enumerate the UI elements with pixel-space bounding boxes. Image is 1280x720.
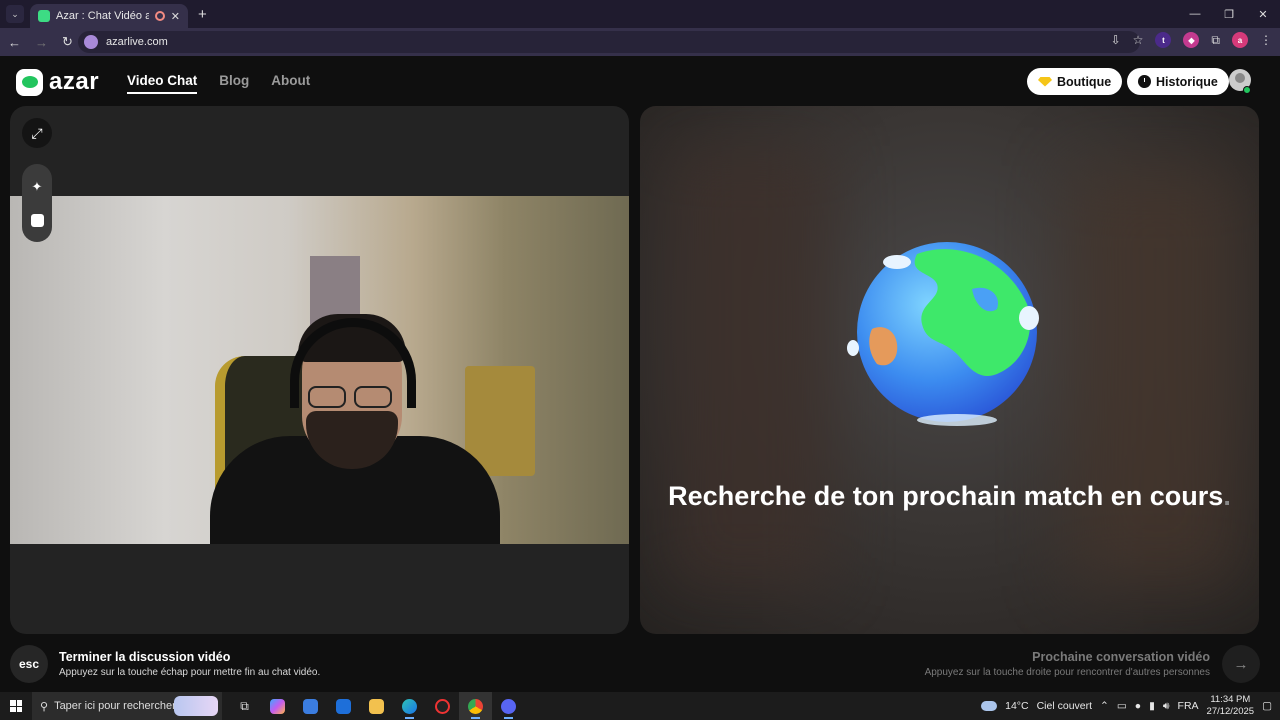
taskbar-apps: ⧉: [228, 692, 525, 720]
outlook-icon[interactable]: [327, 692, 360, 720]
weather-desc[interactable]: Ciel couvert: [1037, 700, 1092, 712]
partner-panel: Recherche de ton prochain match en cours…: [640, 106, 1259, 634]
browser-tab-bar: ⌄ Azar : Chat Vidéo avec de n ✕ + — ❐ ✕: [0, 0, 1280, 28]
shop-button[interactable]: Boutique: [1027, 68, 1123, 95]
weather-temp[interactable]: 14°C: [1005, 700, 1028, 712]
chrome-icon[interactable]: [459, 692, 492, 720]
clock-icon: [1138, 75, 1151, 88]
microphone-icon[interactable]: ●: [1135, 700, 1141, 712]
end-chat-hint: Appuyez sur la touche échap pour mettre …: [59, 667, 321, 678]
camera-tools: ✦: [22, 164, 52, 242]
taskbar-search[interactable]: ⚲ Taper ici pour rechercher: [32, 692, 222, 720]
recorder-icon[interactable]: [426, 692, 459, 720]
copilot-icon[interactable]: [261, 692, 294, 720]
nav-about[interactable]: About: [271, 73, 310, 94]
extension-shield-icon[interactable]: ◆: [1183, 32, 1200, 48]
next-chat-hint: Appuyez sur la touche droite pour rencon…: [924, 667, 1210, 678]
gem-icon: [1038, 76, 1052, 87]
globe-icon: [847, 242, 1039, 426]
taskbar-search-placeholder: Taper ici pour rechercher: [54, 700, 176, 712]
chat-controls: esc Terminer la discussion vidéo Appuyez…: [0, 642, 1280, 686]
nav-blog[interactable]: Blog: [219, 73, 249, 94]
clock-time: 11:34 PM: [1210, 694, 1251, 705]
new-tab-button[interactable]: +: [198, 6, 207, 23]
store-icon[interactable]: [294, 692, 327, 720]
windows-taskbar: ⚲ Taper ici pour rechercher ⧉ 14°C Ciel …: [0, 692, 1280, 720]
shop-label: Boutique: [1057, 74, 1112, 89]
sparkle-effects-icon[interactable]: ✦: [32, 179, 43, 195]
restore-icon[interactable]: ❐: [1212, 0, 1246, 28]
recording-indicator-icon: [154, 11, 165, 21]
next-chat-title: Prochaine conversation vidéo: [1032, 650, 1210, 664]
browser-menu-icon[interactable]: ⋮: [1260, 33, 1272, 47]
azar-favicon-icon: [38, 10, 50, 22]
nav-links: Video Chat Blog About: [127, 73, 310, 94]
system-tray: 14°C Ciel couvert ⌃ ▭ ● ▮ 🔊︎ FRA 11:34 P…: [981, 692, 1280, 720]
back-icon[interactable]: ←: [8, 35, 21, 50]
battery-icon[interactable]: ▮: [1149, 700, 1155, 712]
top-navigation: azar Video Chat Blog About Boutique Hist…: [0, 56, 1280, 106]
reload-icon[interactable]: ↻: [62, 34, 73, 50]
bookmark-star-icon[interactable]: ☆: [1133, 33, 1144, 47]
address-bar[interactable]: azarlive.com: [78, 31, 1140, 53]
my-camera-panel: ⤢ ✦: [10, 106, 629, 634]
file-explorer-icon[interactable]: [360, 692, 393, 720]
windows-logo-icon: [10, 700, 22, 712]
extension-t-icon[interactable]: t: [1155, 32, 1172, 48]
next-chat-arrow-icon[interactable]: →: [1222, 645, 1260, 683]
weather-cloud-icon: [981, 701, 998, 711]
searching-status-text: Recherche de ton prochain match en cours: [668, 481, 1224, 511]
network-icon[interactable]: ▭: [1117, 700, 1127, 712]
notifications-icon[interactable]: ▢: [1262, 700, 1272, 712]
tray-chevron-icon[interactable]: ⌃: [1100, 700, 1109, 712]
tab-close-icon[interactable]: ✕: [171, 10, 180, 23]
azar-logo[interactable]: azar: [16, 68, 99, 96]
edge-icon[interactable]: [393, 692, 426, 720]
blurred-background-right: [1070, 166, 1240, 586]
logo-text: azar: [49, 68, 100, 95]
url-text[interactable]: azarlive.com: [106, 36, 168, 48]
discord-icon[interactable]: [492, 692, 525, 720]
site-info-icon[interactable]: [84, 35, 98, 49]
tab-search-icon[interactable]: ⌄: [6, 5, 24, 23]
history-button[interactable]: Historique: [1127, 68, 1229, 95]
azar-page: azar Video Chat Blog About Boutique Hist…: [0, 56, 1280, 692]
loading-dots: .: [1223, 481, 1231, 511]
history-label: Historique: [1156, 74, 1218, 89]
window-controls: — ❐ ✕: [1178, 0, 1280, 28]
search-icon: ⚲: [40, 700, 49, 713]
toolbar-right: ⇩ ☆ t ◆ ⧉ a ⋮: [1111, 32, 1272, 48]
end-chat-title: Terminer la discussion vidéo: [59, 650, 231, 664]
minimize-icon[interactable]: —: [1178, 0, 1212, 28]
blurred-background-left: [670, 146, 830, 586]
expand-icon[interactable]: ⤢: [22, 118, 52, 148]
profile-avatar-icon[interactable]: a: [1232, 32, 1248, 48]
online-status-dot: [1243, 86, 1251, 94]
install-app-icon[interactable]: ⇩: [1111, 33, 1121, 47]
my-camera-feed: [10, 196, 629, 544]
searching-status: Recherche de ton prochain match en cours…: [640, 481, 1259, 512]
face-mask-icon[interactable]: [30, 213, 44, 227]
taskbar-clock[interactable]: 11:34 PM 27/12/2025: [1207, 694, 1255, 718]
azar-logo-icon: [16, 68, 43, 96]
window-close-icon[interactable]: ✕: [1246, 0, 1280, 28]
browser-toolbar: ← → ↻ azarlive.com ⇩ ☆ t ◆ ⧉ a ⋮: [0, 28, 1280, 56]
search-highlight-image: [174, 696, 218, 716]
nav-video-chat[interactable]: Video Chat: [127, 73, 198, 94]
forward-icon[interactable]: →: [35, 35, 48, 50]
clock-date: 27/12/2025: [1206, 706, 1255, 717]
start-button[interactable]: [0, 700, 32, 712]
language-indicator[interactable]: FRA: [1178, 700, 1199, 712]
browser-tab-azar[interactable]: Azar : Chat Vidéo avec de n ✕: [30, 4, 188, 28]
task-view-icon[interactable]: ⧉: [228, 692, 261, 720]
volume-icon[interactable]: 🔊︎: [1163, 700, 1170, 713]
end-chat-button[interactable]: esc: [10, 645, 48, 683]
extensions-puzzle-icon[interactable]: ⧉: [1211, 33, 1220, 48]
tab-title: Azar : Chat Vidéo avec de n: [56, 10, 149, 22]
